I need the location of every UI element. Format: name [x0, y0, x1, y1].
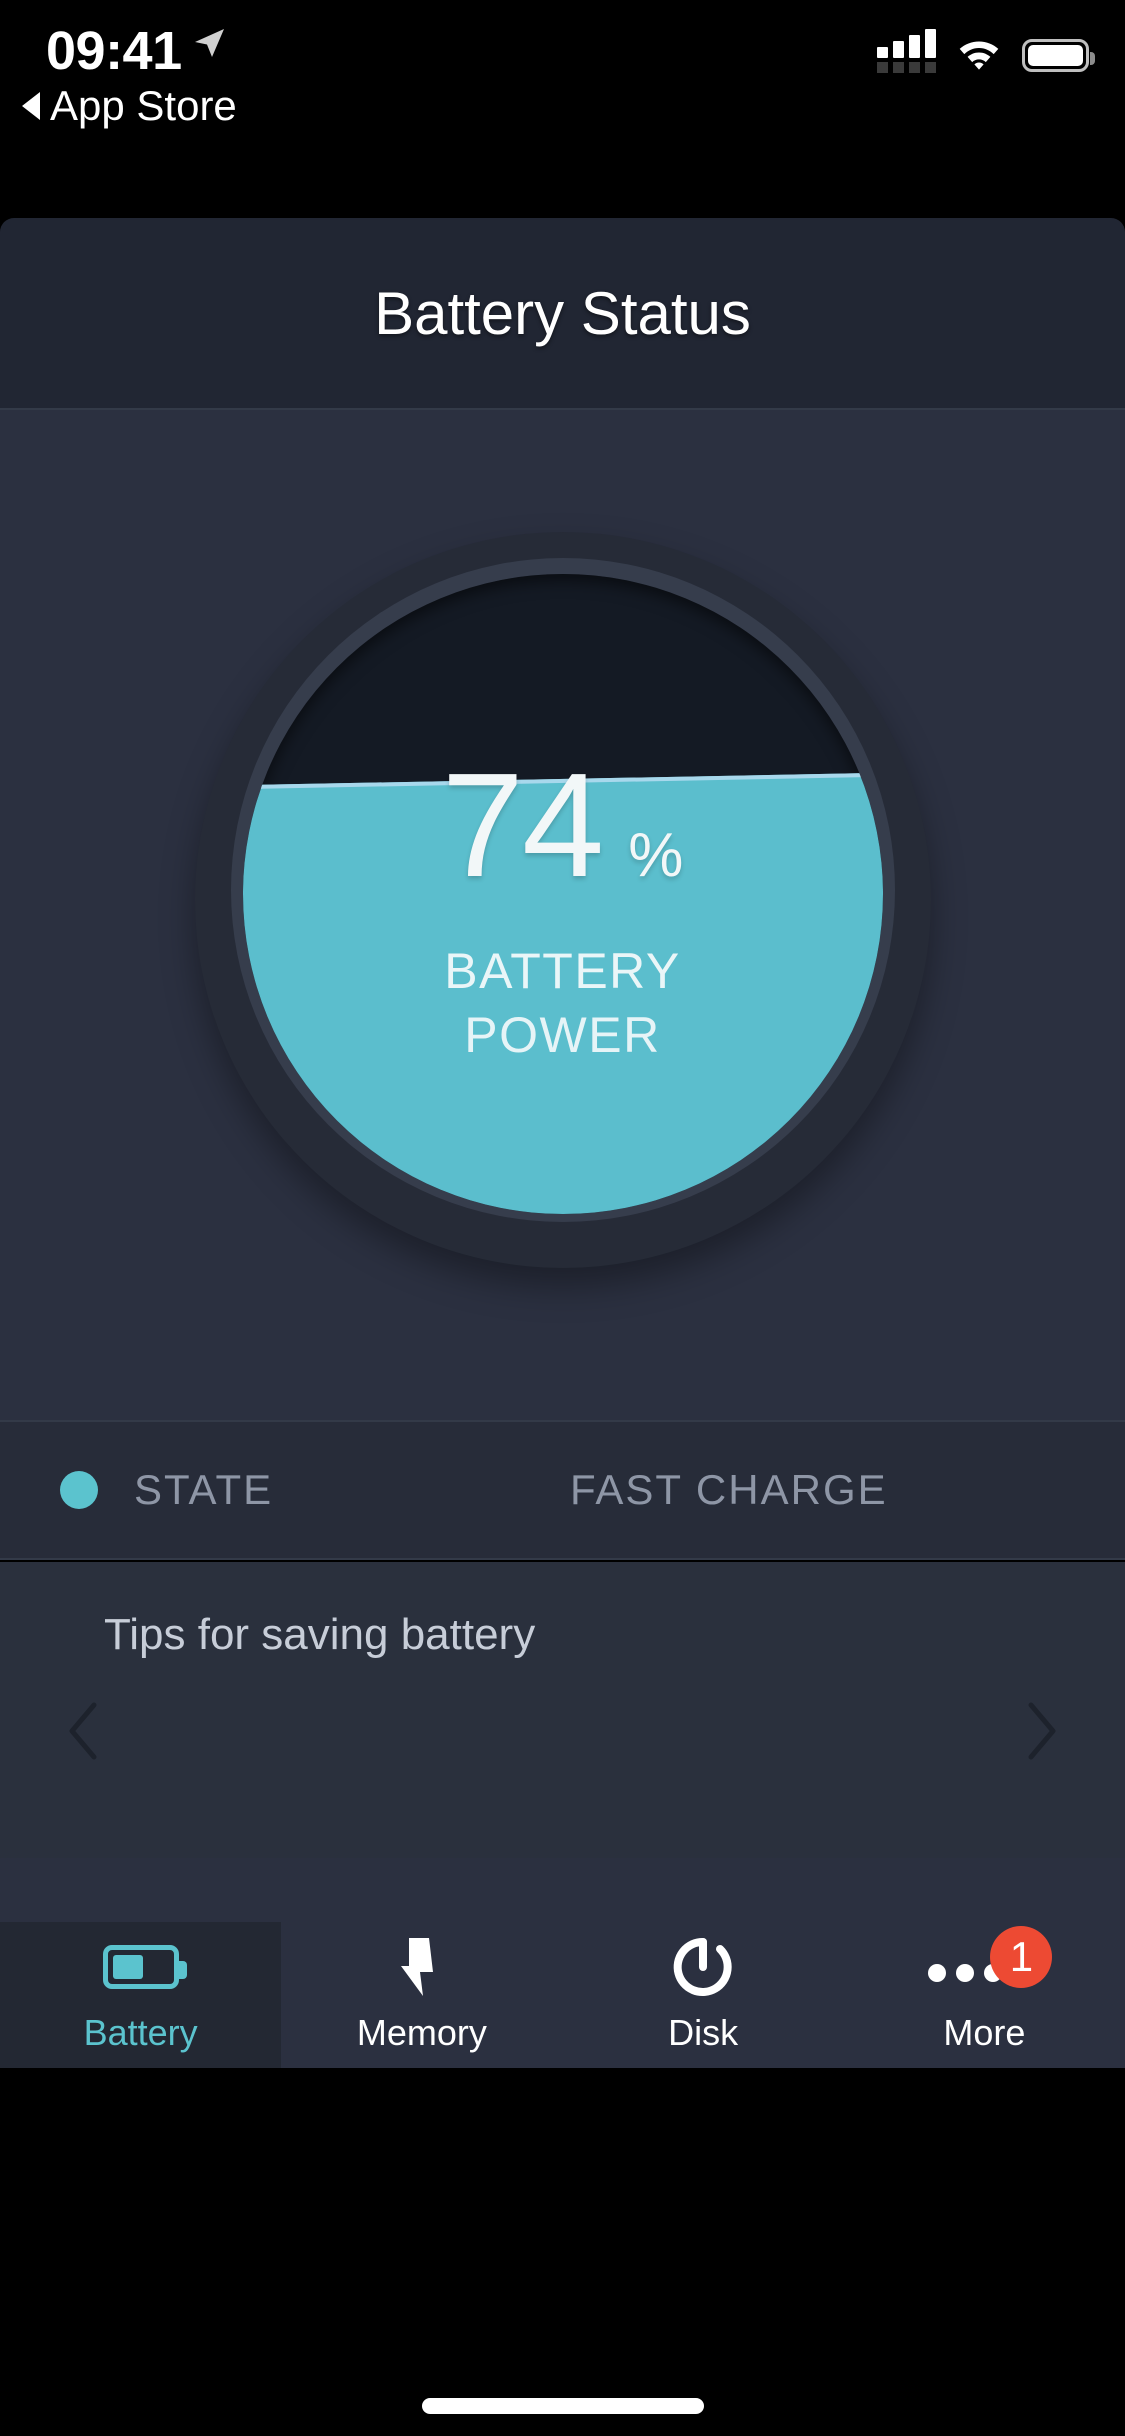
- lightning-bolt-icon: [399, 1936, 445, 1998]
- percent-sign: %: [628, 821, 684, 890]
- cellular-signal-icon: [877, 28, 936, 73]
- app-screen: 09:41 App Store Battery Status 74 % BATT…: [0, 0, 1125, 2436]
- page-header: Battery Status: [0, 218, 1125, 410]
- battery-icon: [102, 1936, 187, 1998]
- wifi-icon: [956, 36, 1002, 75]
- disk-refresh-icon: [672, 1936, 734, 1998]
- tab-memory-label: Memory: [356, 2012, 487, 2053]
- status-bar-time: 09:41: [46, 21, 182, 81]
- tab-more[interactable]: 1 More: [844, 1922, 1125, 2068]
- location-arrow-icon: [192, 26, 226, 60]
- home-indicator[interactable]: [421, 2398, 704, 2414]
- state-row[interactable]: STATE FAST CHARGE: [0, 1420, 1125, 1560]
- tab-battery[interactable]: Battery: [0, 1922, 282, 2068]
- status-dot-icon: [60, 1471, 98, 1509]
- status-bar-indicators: [877, 28, 1095, 75]
- gauge-dial: 74 % BATTERY POWER: [242, 574, 883, 1214]
- tips-carousel: Tips for saving battery: [0, 1562, 1125, 1858]
- tab-more-label: More: [943, 2012, 1026, 2053]
- tips-title: Tips for saving battery: [104, 1610, 536, 1659]
- gauge-percent-row: 74 %: [442, 752, 684, 900]
- tab-disk-label: Disk: [668, 2012, 739, 2053]
- battery-percent-value: 74: [441, 743, 605, 908]
- state-label: STATE: [134, 1466, 274, 1513]
- chevron-right-icon[interactable]: [1017, 1700, 1063, 1762]
- page-title: Battery Status: [374, 279, 751, 347]
- home-area: [0, 2068, 1125, 2436]
- tab-disk[interactable]: Disk: [563, 1922, 844, 2068]
- tab-battery-label: Battery: [83, 2012, 198, 2053]
- state-value: FAST CHARGE: [570, 1466, 888, 1513]
- tabbar-spacer: [0, 1858, 1125, 1922]
- battery-gauge: 74 % BATTERY POWER: [194, 532, 931, 1268]
- gauge-label-secondary: POWER: [464, 1007, 661, 1063]
- back-to-app-store-button[interactable]: App Store: [22, 82, 237, 130]
- tab-bar: Battery Memory Disk 1 More: [0, 1922, 1125, 2068]
- ellipsis-icon: 1: [928, 1926, 1053, 1998]
- battery-full-icon: [1022, 39, 1095, 72]
- more-badge: 1: [990, 1926, 1053, 1988]
- back-triangle-icon: [22, 92, 40, 120]
- status-bar: 09:41 App Store: [0, 0, 1125, 218]
- tab-memory[interactable]: Memory: [281, 1922, 562, 2068]
- chevron-left-icon[interactable]: [62, 1700, 108, 1762]
- gauge-readout: 74 % BATTERY POWER: [243, 574, 883, 1214]
- back-label: App Store: [50, 82, 237, 129]
- gauge-label-primary: BATTERY: [444, 943, 681, 999]
